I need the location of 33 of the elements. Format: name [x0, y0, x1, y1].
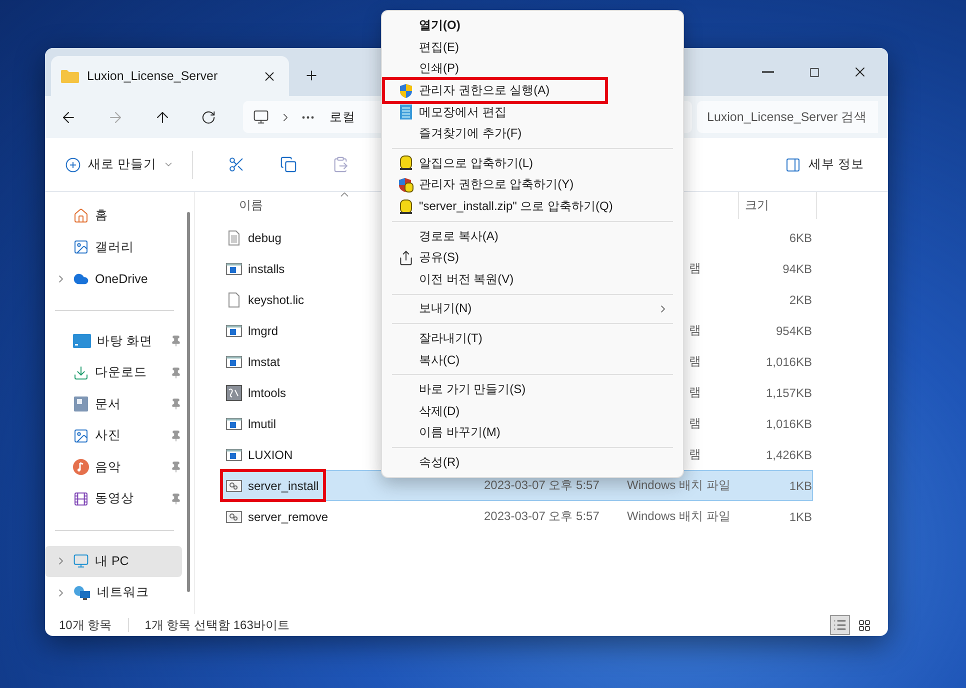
file-name: installs — [248, 262, 285, 276]
type-cell: 램 — [689, 261, 701, 275]
size-cell-text: 1,016KB — [764, 416, 812, 430]
size-cell-text: 1,157KB — [764, 386, 812, 400]
file-name: LUXION — [248, 448, 293, 462]
size-cell-text: 1,016KB — [764, 354, 812, 368]
date-cell: 2023-03-07 오후 5:57 — [484, 509, 600, 523]
type-cell: 램 — [689, 354, 701, 368]
type-cell: 램 — [689, 416, 701, 430]
type-cell: 램 — [689, 323, 701, 337]
size-cell-text: 6KB — [788, 230, 812, 244]
type-cell: Windows 배치 파일 — [627, 509, 730, 523]
size-cell-text: 1,426KB — [764, 448, 812, 462]
file-name: lmtools — [248, 386, 286, 400]
size-cell-text: 2KB — [788, 292, 812, 306]
size-cell-text: 1KB — [788, 478, 812, 492]
tab-title: Luxion_License_Server — [87, 69, 219, 83]
date-cell: 2023-03-07 오후 5:57 — [484, 478, 600, 492]
type-cell: 램 — [689, 385, 701, 399]
file-name: server_remove — [248, 510, 328, 524]
status-text: 10개 항목 — [59, 616, 112, 634]
file-name: keyshot.lic — [248, 292, 304, 306]
file-name: lmgrd — [248, 324, 278, 338]
status-text: 1개 항목 선택함 163바이트 — [144, 616, 290, 634]
size-cell-text: 1KB — [788, 510, 812, 524]
size-cell-text: 94KB — [782, 262, 812, 276]
file-name: server_install — [248, 478, 319, 492]
type-cell: 램 — [689, 447, 701, 461]
size-cell-text: 954KB — [774, 324, 812, 338]
type-cell: Windows 배치 파일 — [627, 478, 730, 492]
file-name: debug — [248, 230, 282, 244]
file-name: lmutil — [248, 416, 276, 430]
file-name: lmstat — [248, 354, 280, 368]
